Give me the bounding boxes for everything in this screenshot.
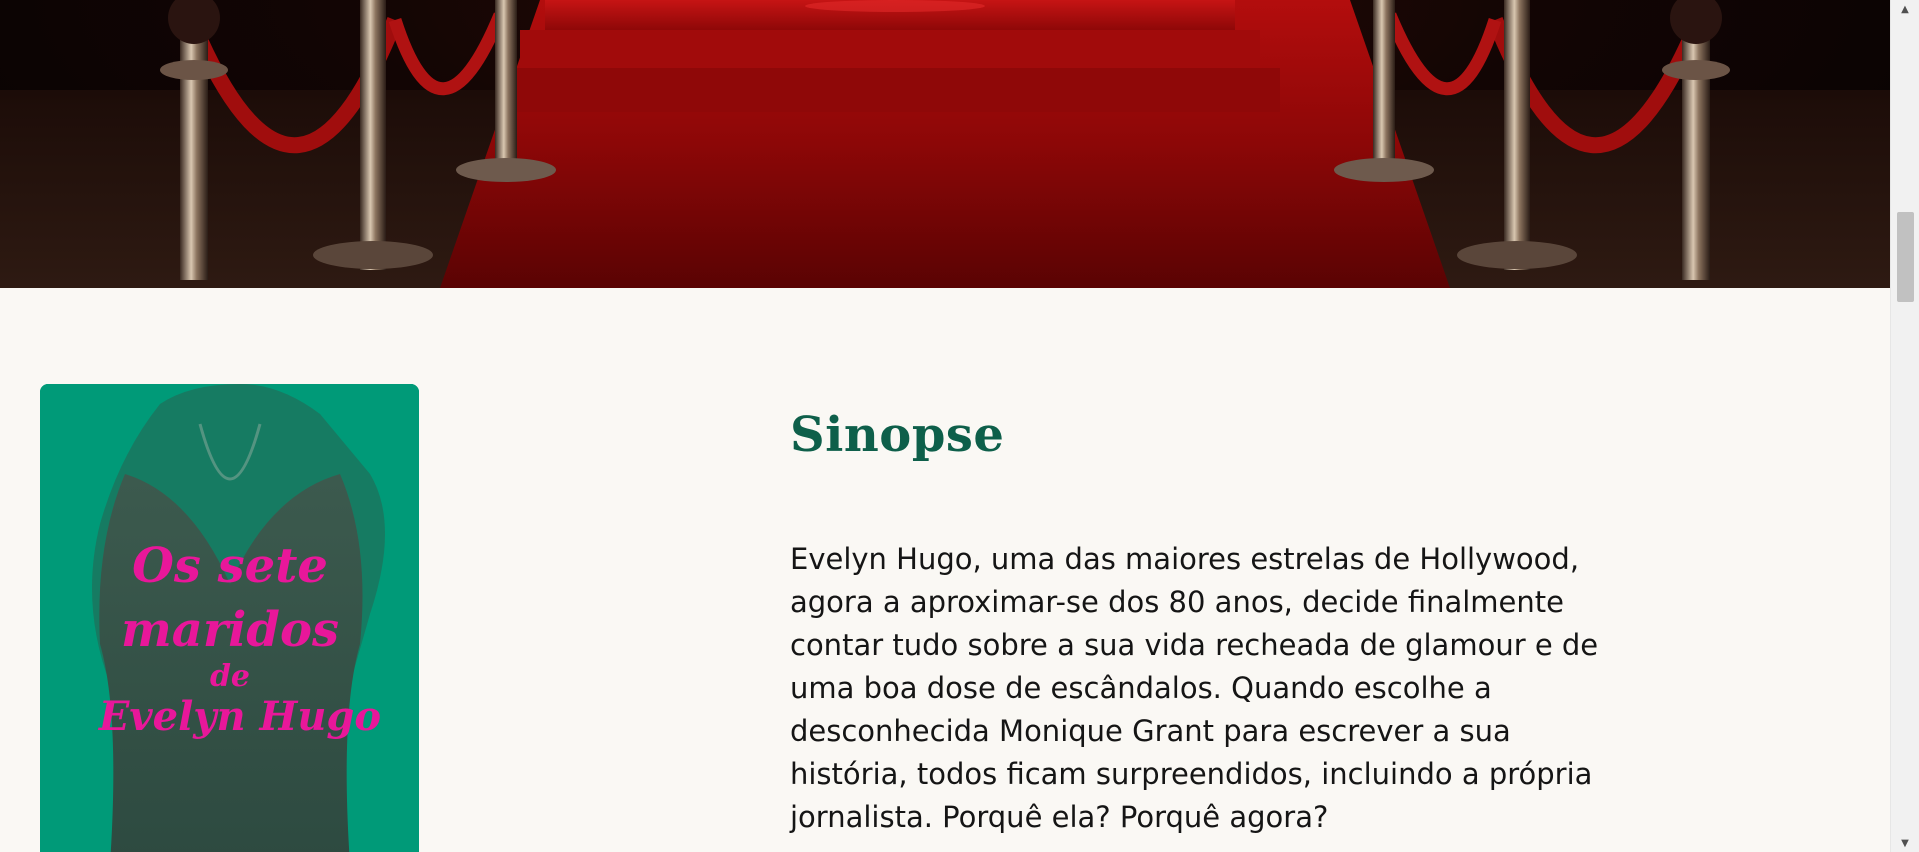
- book-cover-illustration: Os sete maridos de Evelyn Hugo: [40, 384, 419, 852]
- vertical-scrollbar[interactable]: ▲ ▼: [1890, 0, 1919, 852]
- scroll-up-arrow-icon[interactable]: ▲: [1891, 0, 1919, 18]
- cover-title-line-4: Evelyn Hugo: [98, 693, 381, 740]
- cover-title-line-1: Os sete: [132, 538, 328, 594]
- red-carpet-illustration: [0, 0, 1890, 288]
- hero-banner-image: [0, 0, 1890, 288]
- synopsis-section: Sinopse Evelyn Hugo, uma das maiores est…: [790, 404, 1630, 839]
- page: Os sete maridos de Evelyn Hugo Sinopse E…: [0, 0, 1890, 852]
- cover-title-line-3: de: [210, 659, 250, 694]
- book-cover-image: Os sete maridos de Evelyn Hugo: [40, 384, 419, 852]
- synopsis-body: Evelyn Hugo, uma das maiores estrelas de…: [790, 542, 1599, 834]
- scroll-down-arrow-icon[interactable]: ▼: [1891, 834, 1919, 852]
- cover-title-line-2: maridos: [121, 602, 339, 658]
- synopsis-heading: Sinopse: [790, 407, 1005, 463]
- scrollbar-thumb[interactable]: [1897, 212, 1914, 302]
